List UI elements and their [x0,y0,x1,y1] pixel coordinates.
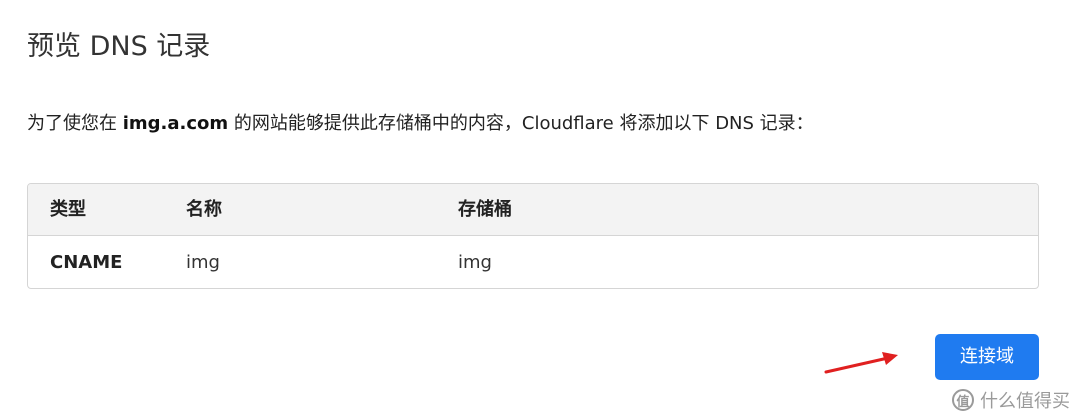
header-bucket: 存储桶 [458,199,512,220]
watermark-logo-icon: 值 [952,389,974,411]
description-suffix: 的网站能够提供此存储桶中的内容，Cloudflare 将添加以下 DNS 记录： [228,113,814,134]
cell-type: CNAME [50,252,123,273]
description-domain: img.a.com [122,113,229,134]
header-type: 类型 [50,199,86,220]
table-row: CNAME img img [28,236,1038,288]
description-prefix: 为了使您在 [27,113,123,134]
header-name: 名称 [186,199,222,220]
page-title: 预览 DNS 记录 [27,31,211,62]
watermark: 值 什么值得买 [952,387,1070,413]
connect-domain-button[interactable]: 连接域 [935,334,1039,380]
dns-records-table: 类型 名称 存储桶 CNAME img img [27,183,1039,289]
cell-name: img [186,252,220,273]
cell-bucket: img [458,252,492,273]
table-header-row: 类型 名称 存储桶 [28,184,1038,236]
watermark-text: 什么值得买 [980,391,1070,412]
dns-description: 为了使您在 img.a.com 的网站能够提供此存储桶中的内容，Cloudfla… [27,110,814,138]
red-arrow-annotation [824,352,898,374]
